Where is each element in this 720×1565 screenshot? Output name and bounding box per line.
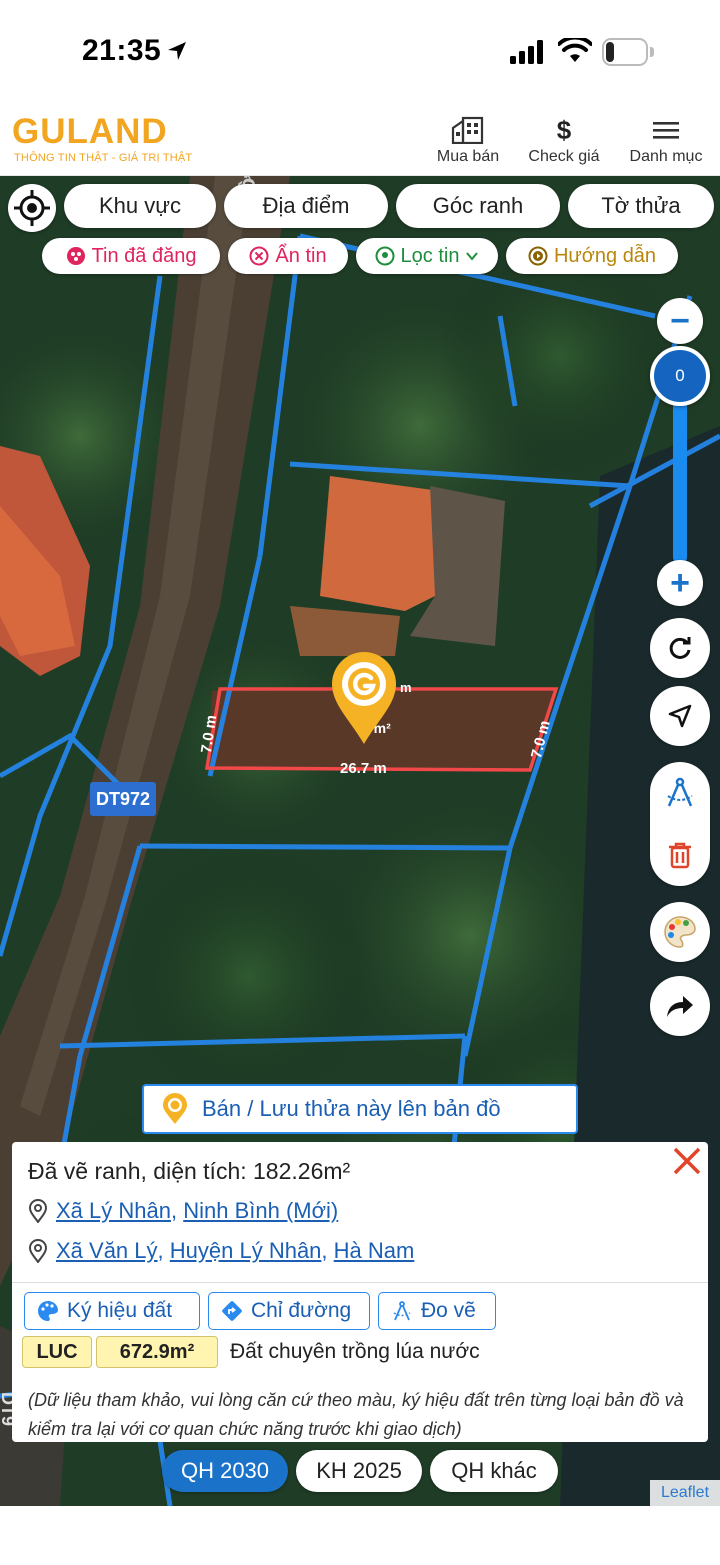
compass-icon (393, 1301, 411, 1321)
dimension-top-label: m (400, 680, 412, 695)
directions-label: Chỉ đường (251, 1299, 352, 1322)
disclaimer-note: (Dữ liệu tham khảo, vui lòng căn cứ theo… (28, 1390, 684, 1439)
tab-qh-khac[interactable]: QH khác (430, 1450, 558, 1492)
location-pin-icon[interactable] (330, 650, 398, 746)
tin-da-dang-label: Tin đã đăng (91, 244, 197, 267)
color-palette-button[interactable] (650, 902, 710, 962)
chevron-down-icon (466, 252, 479, 261)
status-bar: 21:35 21 (0, 0, 720, 104)
nav-danh-muc[interactable]: Danh mục (622, 116, 710, 166)
guland-pin-icon (163, 1093, 187, 1124)
province-old-link[interactable]: Hà Nam (334, 1238, 415, 1263)
cellular-signal-icon (510, 40, 543, 64)
province-new-link[interactable]: Ninh Bình (Mới) (183, 1198, 338, 1223)
user-circle-icon (66, 247, 85, 265)
an-tin-label: Ẩn tin (275, 244, 327, 267)
dia-diem-button[interactable]: Địa điểm (224, 184, 388, 228)
road-label-dt972: DT972 (90, 782, 157, 816)
share-button[interactable] (650, 976, 710, 1036)
land-symbol-button[interactable]: Ký hiệu đất (24, 1292, 200, 1330)
measure-button[interactable]: Đo vẽ (378, 1292, 496, 1330)
map-pin-outline-icon (28, 1239, 48, 1263)
location-arrow-icon (168, 42, 186, 60)
nav-check-gia-label: Check giá (528, 148, 600, 165)
to-thua-button[interactable]: Tờ thửa (568, 184, 714, 228)
address-old: Xã Văn Lý, Huyện Lý Nhân, Hà Nam (28, 1238, 414, 1264)
zoom-level-knob[interactable]: 0 (650, 346, 710, 406)
leaflet-attribution[interactable]: Leaflet (650, 1480, 720, 1506)
map-pin-icon (375, 246, 395, 266)
land-symbol-label: Ký hiệu đất (67, 1299, 173, 1322)
refresh-button[interactable] (650, 618, 710, 678)
app-root: 21:35 21 GULAND THÔNG TIN THẬT - GIÁ TRỊ… (0, 0, 720, 1565)
land-type-text: Đất chuyên trồng lúa nước (230, 1340, 480, 1363)
wifi-icon (558, 38, 592, 62)
khu-vuc-button[interactable]: Khu vực (64, 184, 216, 228)
refresh-icon (669, 637, 691, 659)
zoom-out-button[interactable]: − (657, 298, 703, 344)
battery-icon: 21 (602, 38, 654, 66)
measure-draw-button[interactable] (650, 762, 710, 824)
tin-da-dang-chip[interactable]: Tin đã đăng (42, 238, 220, 274)
parcel-info-panel: Đã vẽ ranh, diện tích: 182.26m² Xã Lý Nh… (12, 1142, 708, 1442)
commune-old-link[interactable]: Xã Văn Lý (56, 1238, 158, 1263)
status-time: 21:35 (82, 34, 162, 67)
palette-small-icon (38, 1301, 58, 1321)
nav-mua-ban[interactable]: Mua bán (432, 116, 504, 166)
brand-tagline: THÔNG TIN THẬT - GIÁ TRỊ THẬT (14, 152, 193, 164)
nav-danh-muc-label: Danh mục (629, 148, 703, 165)
brand-logo[interactable]: GULAND (12, 114, 168, 150)
zoom-control: − 0 + (650, 294, 710, 606)
tab-qh-2030[interactable]: QH 2030 (162, 1450, 288, 1492)
navigate-button[interactable] (650, 686, 710, 746)
app-header: GULAND THÔNG TIN THẬT - GIÁ TRỊ THẬT Mua… (0, 104, 720, 176)
my-location-button[interactable] (8, 184, 56, 232)
address-new: Xã Lý Nhân, Ninh Bình (Mới) (28, 1198, 338, 1224)
zoom-in-button[interactable]: + (657, 560, 703, 606)
parcel-area-title: Đã vẽ ranh, diện tích: 182.26m² (28, 1158, 351, 1184)
navigation-arrow-icon (668, 704, 692, 728)
save-parcel-label: Bán / Lưu thửa này lên bản đồ (202, 1096, 501, 1121)
nav-check-gia[interactable]: $ Check giá (522, 116, 606, 166)
address-separator: , (157, 1238, 164, 1263)
save-parcel-button[interactable]: Bán / Lưu thửa này lên bản đồ (142, 1084, 578, 1134)
loc-tin-chip[interactable]: Lọc tin (356, 238, 498, 274)
draw-tools-group (650, 762, 710, 886)
battery-percent: 21 (616, 42, 638, 63)
directions-button[interactable]: Chỉ đường (208, 1292, 370, 1330)
palette-icon (664, 916, 696, 948)
play-circle-icon (528, 246, 548, 266)
directions-icon (222, 1301, 242, 1321)
land-code-badge: LUC (22, 1336, 92, 1368)
tab-kh-2025[interactable]: KH 2025 (296, 1450, 422, 1492)
bottom-safe-area (0, 1506, 720, 1565)
measure-label: Đo vẽ (421, 1299, 476, 1322)
commune-new-link[interactable]: Xã Lý Nhân (56, 1198, 171, 1223)
nav-mua-ban-label: Mua bán (436, 148, 500, 165)
huong-dan-chip[interactable]: Hướng dẫn (506, 238, 678, 274)
menu-icon (653, 122, 679, 139)
building-icon (451, 116, 484, 144)
dimension-bottom-label: 26.7 m (340, 760, 387, 777)
dollar-icon: $ (556, 115, 572, 145)
land-area-badge: 672.9m² (96, 1336, 218, 1368)
map-pin-outline-icon (28, 1199, 48, 1223)
compass-draw-icon (667, 777, 693, 807)
huong-dan-label: Hướng dẫn (553, 244, 657, 267)
delete-drawing-button[interactable] (650, 824, 710, 886)
x-circle-icon (249, 246, 269, 266)
panel-divider (12, 1282, 708, 1283)
address-separator: , (170, 1198, 178, 1223)
an-tin-chip[interactable]: Ẩn tin (228, 238, 348, 274)
crosshair-icon (14, 190, 50, 226)
close-icon[interactable] (670, 1144, 704, 1178)
district-old-link[interactable]: Huyện Lý Nhân (170, 1238, 322, 1263)
share-arrow-icon (667, 996, 693, 1017)
goc-ranh-button[interactable]: Góc ranh (396, 184, 560, 228)
trash-icon (669, 842, 691, 869)
address-separator: , (321, 1238, 328, 1263)
loc-tin-label: Lọc tin (400, 244, 460, 267)
